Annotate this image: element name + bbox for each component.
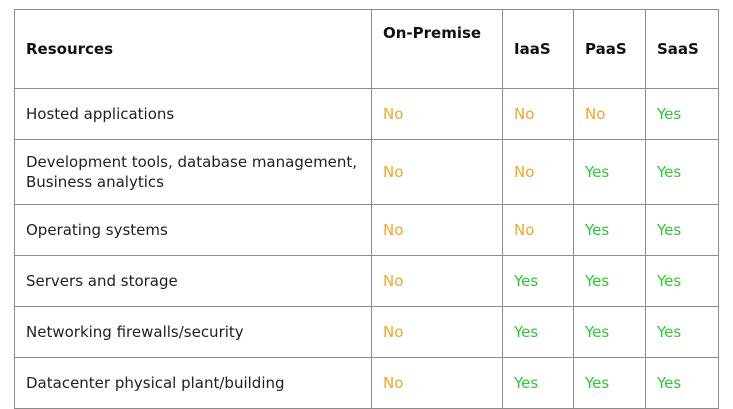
- paas-cell: Yes: [573, 306, 646, 358]
- resource-cell: Datacenter physical plant/building: [14, 357, 372, 409]
- iaas-cell: Yes: [502, 357, 574, 409]
- on-premise-cell: No: [371, 88, 503, 140]
- header-paas: PaaS: [573, 9, 646, 89]
- iaas-cell: Yes: [502, 306, 574, 358]
- on-premise-cell: No: [371, 306, 503, 358]
- paas-cell: Yes: [573, 255, 646, 307]
- table-header-row: Resources On-Premise IaaS PaaS SaaS: [14, 9, 719, 89]
- on-premise-cell: No: [371, 357, 503, 409]
- paas-cell: Yes: [573, 204, 646, 256]
- table-row: Operating systems No No Yes Yes: [14, 204, 719, 256]
- resource-cell: Operating systems: [14, 204, 372, 256]
- resource-cell: Servers and storage: [14, 255, 372, 307]
- resource-cell: Networking firewalls/security: [14, 306, 372, 358]
- header-saas: SaaS: [645, 9, 719, 89]
- resource-cell: Development tools, database management, …: [14, 139, 372, 205]
- paas-cell: Yes: [573, 357, 646, 409]
- saas-cell: Yes: [645, 306, 719, 358]
- table-row: Hosted applications No No No Yes: [14, 88, 719, 140]
- cloud-responsibility-table: Resources On-Premise IaaS PaaS SaaS Host…: [14, 9, 719, 409]
- header-on-premise: On-Premise: [371, 9, 503, 89]
- iaas-cell: No: [502, 88, 574, 140]
- header-iaas: IaaS: [502, 9, 574, 89]
- saas-cell: Yes: [645, 139, 719, 205]
- on-premise-cell: No: [371, 139, 503, 205]
- on-premise-cell: No: [371, 204, 503, 256]
- on-premise-cell: No: [371, 255, 503, 307]
- iaas-cell: No: [502, 204, 574, 256]
- table-row: Networking firewalls/security No Yes Yes…: [14, 306, 719, 358]
- paas-cell: Yes: [573, 139, 646, 205]
- iaas-cell: Yes: [502, 255, 574, 307]
- table-row: Development tools, database management, …: [14, 139, 719, 205]
- iaas-cell: No: [502, 139, 574, 205]
- saas-cell: Yes: [645, 255, 719, 307]
- saas-cell: Yes: [645, 204, 719, 256]
- resource-cell: Hosted applications: [14, 88, 372, 140]
- table-row: Datacenter physical plant/building No Ye…: [14, 357, 719, 409]
- saas-cell: Yes: [645, 88, 719, 140]
- table-row: Servers and storage No Yes Yes Yes: [14, 255, 719, 307]
- paas-cell: No: [573, 88, 646, 140]
- saas-cell: Yes: [645, 357, 719, 409]
- header-resources: Resources: [14, 9, 372, 89]
